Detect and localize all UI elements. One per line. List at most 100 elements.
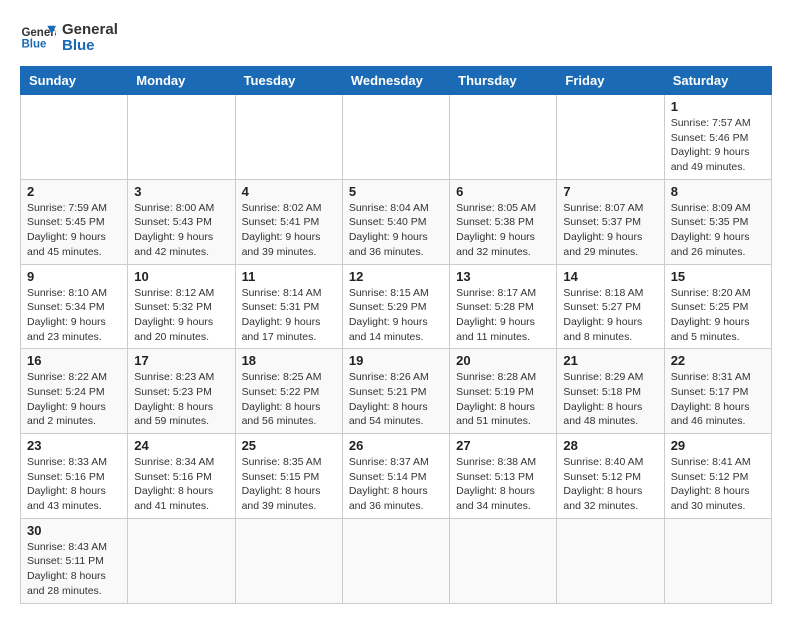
day-info: Sunrise: 8:41 AMSunset: 5:12 PMDaylight:…: [671, 455, 765, 514]
calendar-day-cell: [450, 95, 557, 180]
calendar-day-cell: 29Sunrise: 8:41 AMSunset: 5:12 PMDayligh…: [664, 434, 771, 519]
day-info: Sunrise: 8:05 AMSunset: 5:38 PMDaylight:…: [456, 201, 550, 260]
day-info: Sunrise: 8:10 AMSunset: 5:34 PMDaylight:…: [27, 286, 121, 345]
calendar-header-tuesday: Tuesday: [235, 67, 342, 95]
calendar-day-cell: 7Sunrise: 8:07 AMSunset: 5:37 PMDaylight…: [557, 179, 664, 264]
svg-text:Blue: Blue: [21, 38, 47, 50]
day-info: Sunrise: 7:59 AMSunset: 5:45 PMDaylight:…: [27, 201, 121, 260]
day-number: 24: [134, 438, 228, 453]
logo: General Blue General Blue: [20, 20, 118, 56]
calendar-day-cell: [557, 95, 664, 180]
day-number: 18: [242, 353, 336, 368]
calendar-week-row: 16 Sunrise: 8:22 AMSunset: 5:24 PMDayligh…: [21, 349, 772, 434]
calendar-header-monday: Monday: [128, 67, 235, 95]
calendar-day-cell: [235, 518, 342, 603]
day-info: Sunrise: 7:57 AMSunset: 5:46 PMDaylight:…: [671, 116, 765, 175]
day-info: Sunrise: 8:23 AMSunset: 5:23 PMDaylight:…: [134, 370, 228, 429]
day-info: Sunrise: 8:20 AMSunset: 5:25 PMDaylight:…: [671, 286, 765, 345]
day-number: 10: [134, 269, 228, 284]
calendar-day-cell: 17 Sunrise: 8:23 AMSunset: 5:23 PMDayligh…: [128, 349, 235, 434]
calendar-day-cell: [664, 518, 771, 603]
day-info: Sunrise: 8:37 AMSunset: 5:14 PMDaylight:…: [349, 455, 443, 514]
calendar-day-cell: 16 Sunrise: 8:22 AMSunset: 5:24 PMDayligh…: [21, 349, 128, 434]
day-info: Sunrise: 8:40 AMSunset: 5:12 PMDaylight:…: [563, 455, 657, 514]
day-number: 27: [456, 438, 550, 453]
calendar-day-cell: 22Sunrise: 8:31 AMSunset: 5:17 PMDayligh…: [664, 349, 771, 434]
calendar-day-cell: [342, 95, 449, 180]
day-number: 28: [563, 438, 657, 453]
day-number: 2: [27, 184, 121, 199]
day-info: Sunrise: 8:17 AMSunset: 5:28 PMDaylight:…: [456, 286, 550, 345]
page-header: General Blue General Blue: [20, 20, 772, 56]
calendar-day-cell: 14Sunrise: 8:18 AMSunset: 5:27 PMDayligh…: [557, 264, 664, 349]
calendar-day-cell: [21, 95, 128, 180]
calendar-day-cell: 5 Sunrise: 8:04 AMSunset: 5:40 PMDaylight…: [342, 179, 449, 264]
calendar-week-row: 2 Sunrise: 7:59 AMSunset: 5:45 PMDaylight…: [21, 179, 772, 264]
calendar-week-row: 1Sunrise: 7:57 AMSunset: 5:46 PMDaylight…: [21, 95, 772, 180]
calendar-day-cell: 9 Sunrise: 8:10 AMSunset: 5:34 PMDaylight…: [21, 264, 128, 349]
logo-blue-text: Blue: [62, 38, 118, 55]
day-info: Sunrise: 8:43 AMSunset: 5:11 PMDaylight:…: [27, 540, 121, 599]
day-number: 5: [349, 184, 443, 199]
day-number: 11: [242, 269, 336, 284]
logo-icon: General Blue: [20, 20, 56, 56]
calendar-header-sunday: Sunday: [21, 67, 128, 95]
calendar-day-cell: 13 Sunrise: 8:17 AMSunset: 5:28 PMDayligh…: [450, 264, 557, 349]
day-info: Sunrise: 8:29 AMSunset: 5:18 PMDaylight:…: [563, 370, 657, 429]
calendar-week-row: 23Sunrise: 8:33 AMSunset: 5:16 PMDayligh…: [21, 434, 772, 519]
day-info: Sunrise: 8:28 AMSunset: 5:19 PMDaylight:…: [456, 370, 550, 429]
day-number: 9: [27, 269, 121, 284]
day-info: Sunrise: 8:09 AMSunset: 5:35 PMDaylight:…: [671, 201, 765, 260]
calendar-day-cell: [128, 95, 235, 180]
calendar-day-cell: [235, 95, 342, 180]
calendar-table: SundayMondayTuesdayWednesdayThursdayFrid…: [20, 66, 772, 604]
day-info: Sunrise: 8:00 AMSunset: 5:43 PMDaylight:…: [134, 201, 228, 260]
calendar-week-row: 9 Sunrise: 8:10 AMSunset: 5:34 PMDaylight…: [21, 264, 772, 349]
calendar-day-cell: [342, 518, 449, 603]
day-info: Sunrise: 8:04 AMSunset: 5:40 PMDaylight:…: [349, 201, 443, 260]
calendar-day-cell: 20 Sunrise: 8:28 AMSunset: 5:19 PMDayligh…: [450, 349, 557, 434]
day-number: 16: [27, 353, 121, 368]
calendar-day-cell: 3 Sunrise: 8:00 AMSunset: 5:43 PMDaylight…: [128, 179, 235, 264]
calendar-header-row: SundayMondayTuesdayWednesdayThursdayFrid…: [21, 67, 772, 95]
day-number: 13: [456, 269, 550, 284]
calendar-day-cell: [450, 518, 557, 603]
day-info: Sunrise: 8:02 AMSunset: 5:41 PMDaylight:…: [242, 201, 336, 260]
calendar-header-friday: Friday: [557, 67, 664, 95]
day-number: 15: [671, 269, 765, 284]
day-info: Sunrise: 8:33 AMSunset: 5:16 PMDaylight:…: [27, 455, 121, 514]
day-number: 8: [671, 184, 765, 199]
calendar-day-cell: 24 Sunrise: 8:34 AMSunset: 5:16 PMDayligh…: [128, 434, 235, 519]
calendar-day-cell: 23Sunrise: 8:33 AMSunset: 5:16 PMDayligh…: [21, 434, 128, 519]
day-number: 26: [349, 438, 443, 453]
calendar-day-cell: 25Sunrise: 8:35 AMSunset: 5:15 PMDayligh…: [235, 434, 342, 519]
calendar-day-cell: 30 Sunrise: 8:43 AMSunset: 5:11 PMDayligh…: [21, 518, 128, 603]
day-number: 12: [349, 269, 443, 284]
calendar-day-cell: 6 Sunrise: 8:05 AMSunset: 5:38 PMDaylight…: [450, 179, 557, 264]
calendar-day-cell: 19 Sunrise: 8:26 AMSunset: 5:21 PMDayligh…: [342, 349, 449, 434]
day-info: Sunrise: 8:18 AMSunset: 5:27 PMDaylight:…: [563, 286, 657, 345]
day-number: 30: [27, 523, 121, 538]
day-info: Sunrise: 8:07 AMSunset: 5:37 PMDaylight:…: [563, 201, 657, 260]
day-number: 21: [563, 353, 657, 368]
day-info: Sunrise: 8:26 AMSunset: 5:21 PMDaylight:…: [349, 370, 443, 429]
day-number: 25: [242, 438, 336, 453]
day-number: 6: [456, 184, 550, 199]
calendar-header-thursday: Thursday: [450, 67, 557, 95]
day-number: 19: [349, 353, 443, 368]
calendar-day-cell: 11Sunrise: 8:14 AMSunset: 5:31 PMDayligh…: [235, 264, 342, 349]
calendar-header-saturday: Saturday: [664, 67, 771, 95]
day-number: 17: [134, 353, 228, 368]
day-info: Sunrise: 8:38 AMSunset: 5:13 PMDaylight:…: [456, 455, 550, 514]
day-number: 20: [456, 353, 550, 368]
calendar-day-cell: 27 Sunrise: 8:38 AMSunset: 5:13 PMDayligh…: [450, 434, 557, 519]
day-info: Sunrise: 8:15 AMSunset: 5:29 PMDaylight:…: [349, 286, 443, 345]
day-number: 22: [671, 353, 765, 368]
day-info: Sunrise: 8:25 AMSunset: 5:22 PMDaylight:…: [242, 370, 336, 429]
day-info: Sunrise: 8:22 AMSunset: 5:24 PMDaylight:…: [27, 370, 121, 429]
day-number: 3: [134, 184, 228, 199]
calendar-day-cell: 18 Sunrise: 8:25 AMSunset: 5:22 PMDayligh…: [235, 349, 342, 434]
calendar-day-cell: [128, 518, 235, 603]
calendar-day-cell: 28 Sunrise: 8:40 AMSunset: 5:12 PMDayligh…: [557, 434, 664, 519]
day-info: Sunrise: 8:34 AMSunset: 5:16 PMDaylight:…: [134, 455, 228, 514]
